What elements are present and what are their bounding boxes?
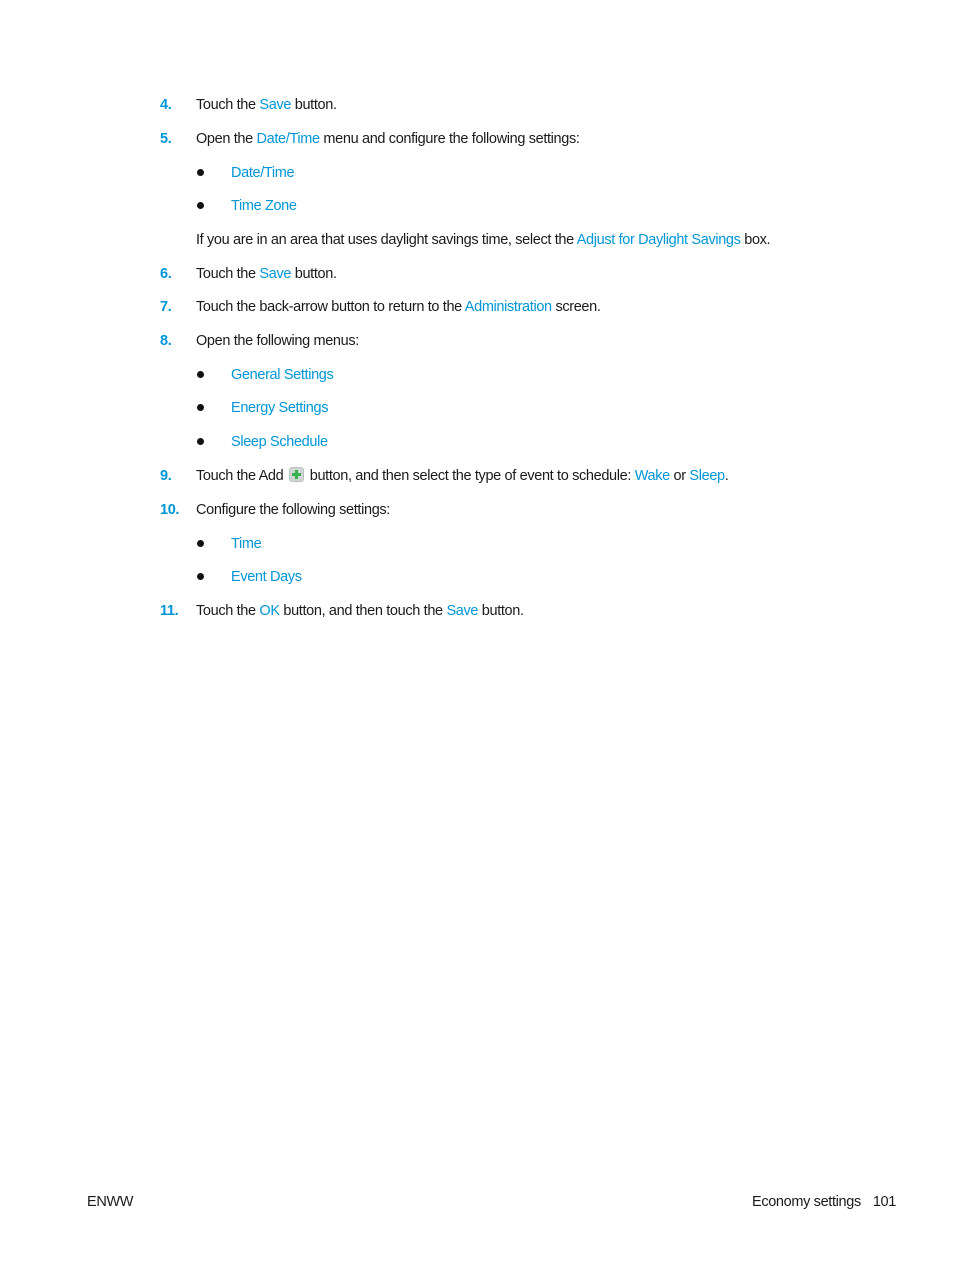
step-text: Configure the following settings: <box>196 502 390 518</box>
save-link: Save <box>259 266 292 282</box>
step-number: 4. <box>160 97 172 113</box>
add-icon <box>289 467 305 482</box>
text: Touch the <box>196 97 260 113</box>
text: button. <box>478 603 524 619</box>
page-number: 101 <box>872 1194 897 1210</box>
text: box. <box>740 232 771 248</box>
date-time-setting: Date/Time <box>231 165 295 181</box>
administration-link: Administration <box>464 299 552 315</box>
step-number: 9. <box>160 468 172 484</box>
step-number: 6. <box>160 266 172 282</box>
text: button. <box>291 97 337 113</box>
save-link: Save <box>446 603 479 619</box>
date-time-link: Date/Time <box>256 131 321 147</box>
sleep-link: Sleep <box>689 468 725 484</box>
bullet-icon <box>197 169 204 176</box>
adjust-daylight-savings-link: Adjust for Daylight Savings <box>576 232 741 248</box>
bullet-icon <box>197 573 204 580</box>
step-text: Open the following menus: <box>196 333 359 349</box>
time-setting: Time <box>231 536 262 552</box>
step-number: 10. <box>160 502 180 518</box>
text: Open the <box>196 131 257 147</box>
event-days-setting: Event Days <box>231 569 302 585</box>
text: . <box>724 468 729 484</box>
wake-link: Wake <box>634 468 670 484</box>
step-text: Open the Date/Time menu and configure th… <box>196 130 580 148</box>
bullet-icon <box>197 540 204 547</box>
step-number: 11. <box>160 603 179 619</box>
text: Touch the <box>196 603 260 619</box>
general-settings-menu: General Settings <box>231 367 334 383</box>
text: screen. <box>551 299 601 315</box>
energy-settings-menu: Energy Settings <box>231 400 329 416</box>
text: button, and then select the type of even… <box>306 468 635 484</box>
step-number: 8. <box>160 333 172 349</box>
time-zone-setting: Time Zone <box>231 198 297 214</box>
note-text: If you are in an area that uses daylight… <box>196 231 771 249</box>
step-text: Touch the OK button, and then touch the … <box>196 602 524 620</box>
text: Touch the Add <box>196 468 288 484</box>
footer-section: Economy settings <box>752 1194 861 1210</box>
step-number: 5. <box>160 131 172 147</box>
bullet-icon <box>197 438 204 445</box>
text: Touch the back-arrow button to return to… <box>196 299 465 315</box>
bullet-icon <box>197 404 204 411</box>
text: menu and configure the following setting… <box>319 131 580 147</box>
bullet-icon <box>197 371 204 378</box>
step-text: Touch the Add button, and then select th… <box>196 467 729 485</box>
text: If you are in an area that uses daylight… <box>196 232 577 248</box>
ok-link: OK <box>259 603 280 619</box>
text: Touch the <box>196 266 260 282</box>
step-text: Touch the back-arrow button to return to… <box>196 298 601 316</box>
footer-left: ENWW <box>87 1194 134 1210</box>
bullet-icon <box>197 202 204 209</box>
text: button, and then touch the <box>279 603 447 619</box>
text: button. <box>291 266 337 282</box>
sleep-schedule-menu: Sleep Schedule <box>231 434 328 450</box>
save-link: Save <box>259 97 292 113</box>
footer-right: Economy settings 101 <box>752 1193 896 1211</box>
text: or <box>669 468 690 484</box>
step-text: Touch the Save button. <box>196 96 337 114</box>
step-number: 7. <box>160 299 172 315</box>
step-text: Touch the Save button. <box>196 265 337 283</box>
